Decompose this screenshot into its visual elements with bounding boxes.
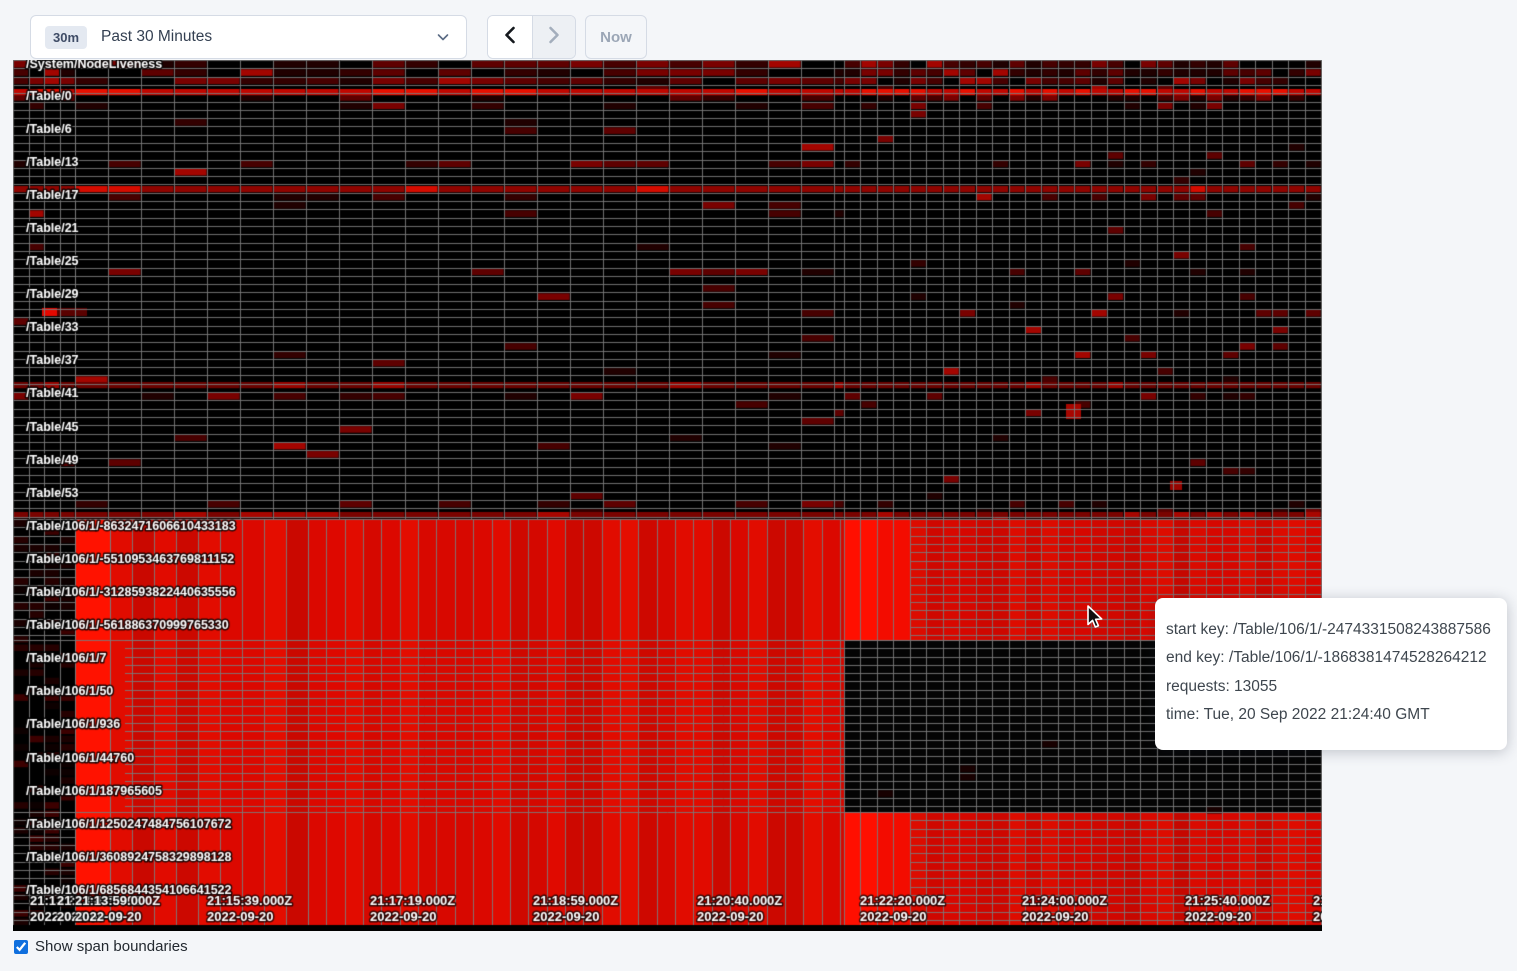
time-window-label: Past 30 Minutes bbox=[101, 28, 436, 46]
tooltip-requests: requests: 13055 bbox=[1166, 677, 1489, 696]
chevron-down-icon bbox=[436, 30, 450, 44]
chevron-right-icon bbox=[546, 26, 562, 49]
tooltip-end-key: end key: /Table/106/1/-18683814745282642… bbox=[1166, 648, 1489, 667]
now-button[interactable]: Now bbox=[585, 15, 647, 59]
tooltip-start-key: start key: /Table/106/1/-247433150824388… bbox=[1166, 620, 1489, 639]
heatmap-tooltip: start key: /Table/106/1/-247433150824388… bbox=[1155, 598, 1507, 750]
tooltip-time: time: Tue, 20 Sep 2022 21:24:40 GMT bbox=[1166, 705, 1489, 724]
show-span-boundaries-label: Show span boundaries bbox=[35, 938, 188, 955]
show-span-boundaries-checkbox[interactable] bbox=[14, 940, 28, 954]
time-nav-group bbox=[487, 15, 576, 59]
time-prev-button[interactable] bbox=[488, 16, 532, 58]
time-window-badge: 30m bbox=[45, 26, 87, 49]
footer: Show span boundaries bbox=[14, 938, 188, 955]
time-next-button[interactable] bbox=[532, 16, 576, 58]
time-window-select[interactable]: 30m Past 30 Minutes bbox=[30, 15, 467, 59]
chevron-left-icon bbox=[502, 26, 518, 49]
toolbar: 30m Past 30 Minutes Now bbox=[0, 0, 1517, 60]
key-visualizer-heatmap[interactable] bbox=[13, 60, 1322, 931]
